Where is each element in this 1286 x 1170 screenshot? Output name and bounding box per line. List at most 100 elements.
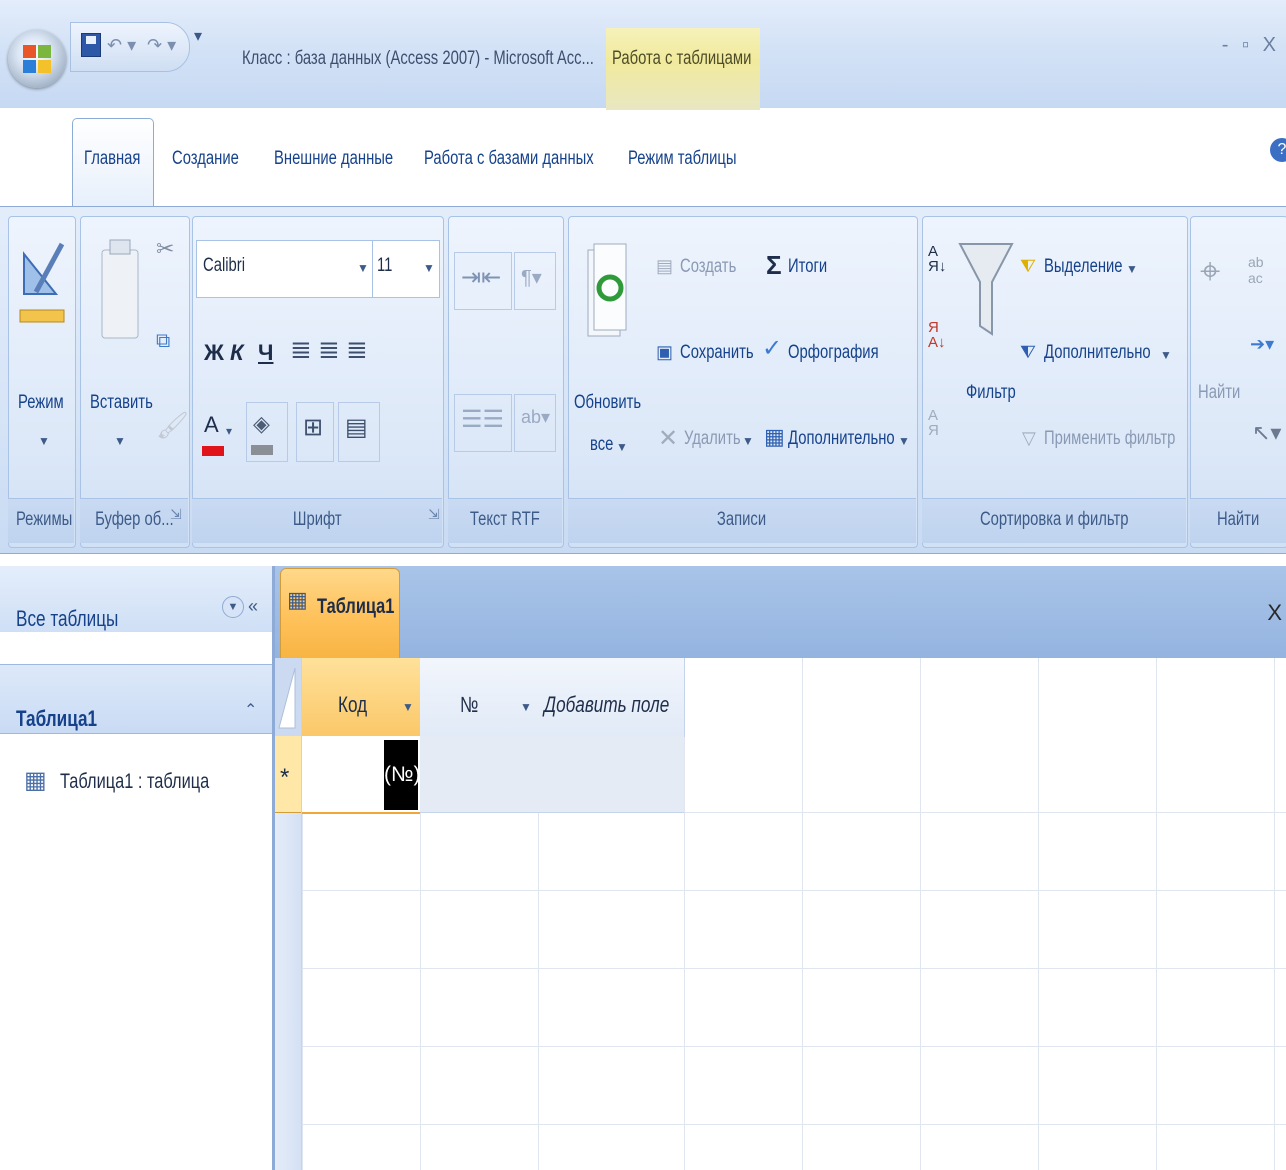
new-row-add-field-cell[interactable] — [538, 736, 684, 813]
grid-col-line — [802, 658, 803, 1170]
tab-home[interactable]: Главная — [84, 148, 140, 170]
font-color-swatch — [202, 446, 224, 456]
paste-dropdown-arrow[interactable]: ▼ — [114, 434, 126, 448]
column-number-dropdown-arrow[interactable]: ▼ — [520, 700, 532, 714]
window-controls[interactable]: - ▫ X — [1222, 34, 1280, 57]
new-record-icon: ▤ — [656, 256, 674, 276]
totals-button[interactable]: Итоги — [788, 256, 827, 278]
selection-dropdown-arrow[interactable]: ▼ — [1126, 262, 1138, 276]
filter-button[interactable]: Фильтр — [966, 382, 1016, 404]
refresh-all-icon — [587, 243, 627, 337]
delete-record-button[interactable]: Удалить — [684, 428, 741, 450]
nav-menu-dropdown-icon[interactable]: ▼ — [222, 596, 244, 618]
new-row-number-cell[interactable] — [420, 736, 538, 813]
align-left-icon[interactable]: ≣ — [290, 334, 312, 365]
font-name-combo[interactable]: Calibri ▼ — [196, 240, 374, 298]
go-to-icon[interactable]: ➔▾ — [1250, 334, 1274, 355]
sort-descending-icon[interactable]: Я А↓ — [928, 320, 946, 350]
customize-qat-icon[interactable]: ▾ — [194, 26, 202, 46]
dialog-launcher-icon[interactable]: ⇲ — [170, 506, 182, 523]
tab-create[interactable]: Создание — [172, 148, 239, 170]
more-records-button[interactable]: Дополнительно — [788, 428, 895, 450]
advanced-filter-button[interactable]: Дополнительно — [1044, 342, 1151, 364]
font-size-combo[interactable]: 11 ▼ — [372, 240, 440, 298]
column-header-number[interactable]: № ▼ — [420, 658, 539, 737]
document-tab[interactable]: ▦ Таблица1 — [280, 568, 400, 659]
collapse-group-icon[interactable]: ⌃ — [244, 700, 257, 720]
sort-ascending-icon[interactable]: А Я↓ — [928, 244, 946, 274]
font-color-dropdown-arrow: ▾ — [226, 424, 233, 438]
font-dialog-launcher-icon[interactable]: ⇲ — [428, 506, 440, 523]
group-font-label: Шрифт — [192, 498, 442, 543]
list-buttons[interactable]: ☰☰ — [454, 394, 512, 452]
more-records-dropdown-arrow[interactable]: ▼ — [898, 434, 910, 448]
font-color-button[interactable]: A ▾ — [200, 402, 236, 460]
select-icon[interactable]: ↖▾ — [1252, 420, 1281, 446]
copy-icon[interactable]: ⧉ — [156, 330, 170, 353]
refresh-all-dropdown-arrow[interactable]: ▼ — [616, 440, 628, 454]
grid-row-line — [302, 968, 1286, 969]
selection-button[interactable]: Выделение — [1044, 256, 1123, 278]
tab-external-data[interactable]: Внешние данные — [274, 148, 393, 170]
alt-row-color-icon: ▤ — [345, 414, 368, 441]
tab-database-tools[interactable]: Работа с базами данных — [424, 148, 594, 170]
select-all-cell[interactable] — [275, 658, 301, 736]
grid-row-line — [302, 890, 1286, 891]
paste-button[interactable]: Вставить — [90, 392, 153, 414]
cut-icon[interactable]: ✂ — [156, 236, 174, 262]
delete-record-icon: ✕ — [658, 425, 679, 452]
redo-icon[interactable]: ↷ ▾ — [147, 35, 176, 56]
new-row-selector[interactable]: * — [275, 736, 301, 813]
advanced-filter-icon: ⧨ — [1020, 342, 1037, 362]
delete-dropdown-arrow[interactable]: ▼ — [742, 434, 754, 448]
tab-datasheet[interactable]: Режим таблицы — [628, 148, 737, 170]
clear-sort-icon[interactable]: АЯ — [928, 408, 939, 438]
save-icon[interactable] — [81, 33, 101, 57]
grid-col-line — [1156, 658, 1157, 1170]
spelling-button[interactable]: Орфография — [788, 342, 879, 364]
nav-item-label: Таблица1 : таблица — [60, 770, 210, 793]
close-document-button[interactable]: X — [1267, 600, 1282, 626]
underline-button[interactable]: Ч — [258, 340, 273, 366]
document-tab-label: Таблица1 — [317, 595, 395, 618]
column-header-id[interactable]: Код ▼ — [302, 658, 421, 737]
save-record-icon: ▣ — [656, 342, 674, 362]
help-icon[interactable]: ? — [1270, 138, 1286, 162]
column-id-dropdown-arrow[interactable]: ▼ — [402, 700, 414, 714]
document-tab-strip — [275, 566, 1286, 658]
grid-col-line — [1038, 658, 1039, 1170]
find-button[interactable]: Найти — [1198, 382, 1240, 404]
align-center-icon[interactable]: ≣ — [318, 334, 340, 365]
grid-col-line — [920, 658, 921, 1170]
datasheet-tab-icon: ▦ — [287, 587, 308, 612]
view-dropdown-arrow[interactable]: ▼ — [38, 434, 50, 448]
view-mode-icon — [19, 242, 65, 323]
save-record-button[interactable]: Сохранить — [680, 342, 754, 364]
refresh-all-button[interactable]: Обновить — [574, 392, 641, 414]
column-header-add-field[interactable]: Добавить поле — [538, 658, 685, 737]
view-button[interactable]: Режим — [18, 392, 64, 414]
highlight-button[interactable]: ab▾ — [514, 394, 556, 452]
new-row-id-cell[interactable]: (№) — [302, 736, 421, 814]
binoculars-icon: ⌖ — [1200, 250, 1221, 291]
format-painter-icon[interactable]: 🖌 — [156, 410, 189, 441]
office-button[interactable] — [8, 30, 66, 88]
gridlines-button[interactable]: ⊞ — [296, 402, 334, 462]
new-row-id-value: (№) — [384, 740, 421, 810]
undo-icon[interactable]: ↶ ▾ — [107, 35, 136, 56]
advanced-filter-dropdown-arrow[interactable]: ▼ — [1160, 348, 1172, 362]
collapse-nav-icon[interactable]: « — [248, 596, 258, 617]
nav-item[interactable]: ▦ Таблица1 : таблица — [0, 752, 270, 808]
alt-row-color-button[interactable]: ▤ — [338, 402, 380, 462]
bold-button[interactable]: Ж — [204, 340, 224, 366]
indent-buttons[interactable]: ⇥⇤ — [454, 252, 512, 310]
align-right-icon[interactable]: ≣ — [346, 334, 368, 365]
font-size-dropdown-arrow: ▼ — [423, 261, 435, 275]
apply-filter-button[interactable]: Применить фильтр — [1044, 428, 1175, 450]
refresh-all-label-2: все — [590, 434, 614, 455]
fill-color-button[interactable]: ◈ — [246, 402, 288, 462]
italic-button[interactable]: К — [230, 340, 244, 366]
replace-icon[interactable]: ab ac — [1248, 254, 1264, 286]
paragraph-direction-button[interactable]: ¶▾ — [514, 252, 556, 310]
new-record-button[interactable]: Создать — [680, 256, 736, 278]
